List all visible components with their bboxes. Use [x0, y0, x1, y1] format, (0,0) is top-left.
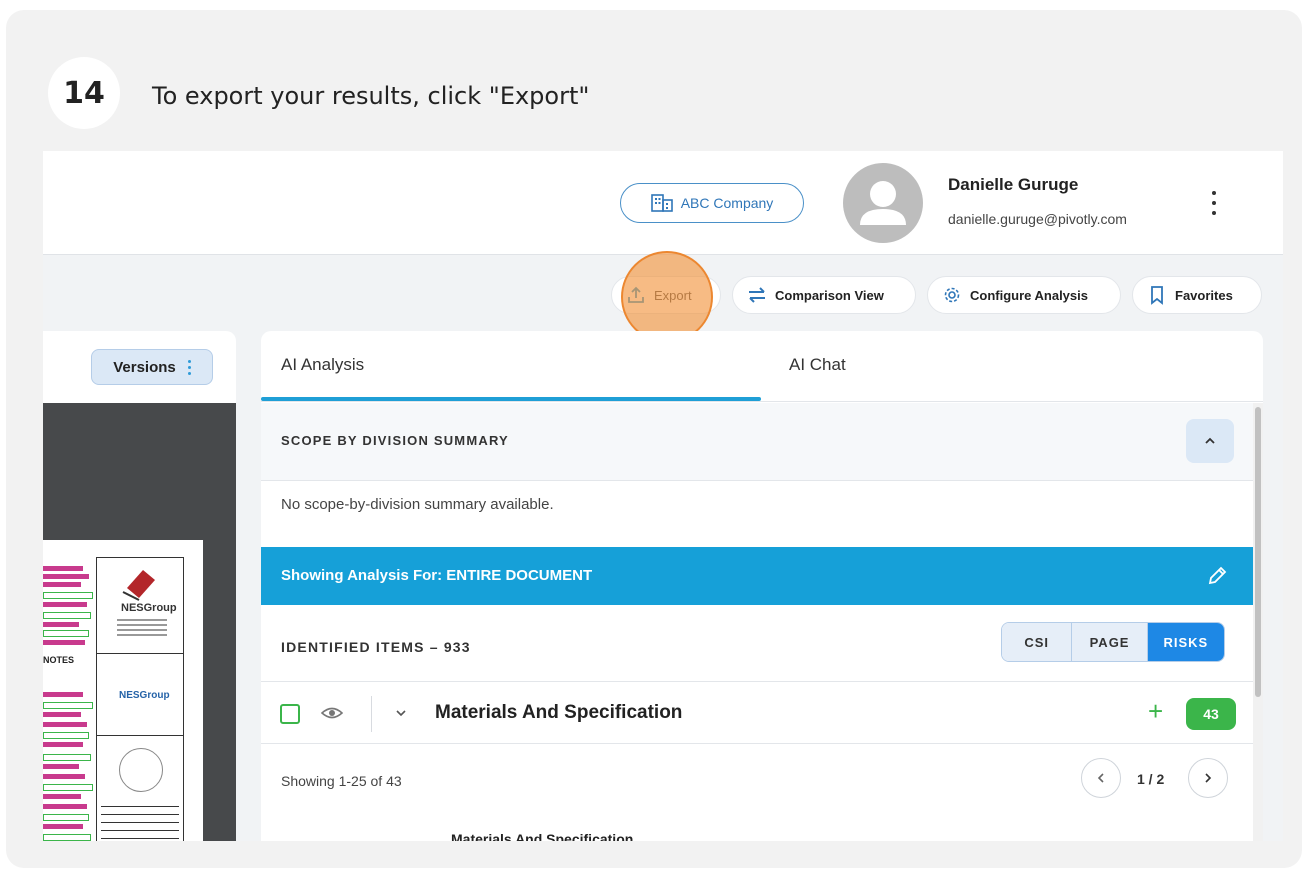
- banner-text: Showing Analysis For: ENTIRE DOCUMENT: [281, 567, 593, 584]
- scroll-thumb[interactable]: [1255, 407, 1261, 697]
- identified-items-label: IDENTIFIED ITEMS – 933: [281, 639, 471, 655]
- building-icon: [650, 194, 673, 212]
- tab-ai-analysis[interactable]: AI Analysis: [281, 355, 364, 375]
- group-checkbox[interactable]: [280, 704, 300, 724]
- scope-section-header: SCOPE BY DIVISION SUMMARY: [261, 403, 1253, 481]
- gear-icon: [944, 287, 960, 303]
- configure-analysis-button[interactable]: Configure Analysis: [927, 276, 1121, 314]
- document-panel-header: Versions: [43, 331, 236, 403]
- document-logo-text: NESGroup: [121, 602, 177, 614]
- group-row: Materials And Specification + 43: [261, 682, 1253, 744]
- user-email: danielle.guruge@pivotly.com: [948, 211, 1127, 227]
- scrollbar[interactable]: [1253, 403, 1263, 841]
- configure-label: Configure Analysis: [970, 287, 1088, 303]
- avatar[interactable]: [843, 163, 923, 243]
- document-annotations: [43, 562, 95, 841]
- chevron-down-icon[interactable]: [394, 706, 408, 720]
- comparison-view-button[interactable]: Comparison View: [732, 276, 916, 314]
- company-selector-button[interactable]: ABC Company: [620, 183, 804, 223]
- document-notes-label: NOTES: [43, 655, 75, 665]
- analysis-tabs: AI Analysis AI Chat: [261, 331, 1263, 402]
- segment-csi[interactable]: CSI: [1002, 623, 1073, 661]
- segment-page[interactable]: PAGE: [1072, 623, 1148, 661]
- export-button[interactable]: Export: [611, 276, 721, 314]
- previous-page-button[interactable]: [1081, 758, 1121, 798]
- next-page-button[interactable]: [1188, 758, 1228, 798]
- document-title-block: NESGroup NESGroup: [96, 557, 184, 841]
- add-item-button[interactable]: +: [1148, 698, 1163, 724]
- eye-icon[interactable]: [321, 704, 343, 722]
- chevron-right-icon: [1205, 773, 1212, 783]
- user-icon: [860, 181, 906, 225]
- view-segmented-control: CSI PAGE RISKS: [1001, 622, 1225, 662]
- nes-logo-icon: [122, 570, 155, 601]
- chevron-left-icon: [1097, 773, 1104, 783]
- document-nes-block: NESGroup: [97, 684, 183, 736]
- segment-risks[interactable]: RISKS: [1147, 623, 1224, 661]
- analysis-scope-banner: Showing Analysis For: ENTIRE DOCUMENT: [261, 547, 1253, 605]
- versions-label: Versions: [113, 358, 176, 376]
- document-revision-table: [101, 806, 179, 840]
- versions-menu-icon: [187, 359, 191, 375]
- divider: [371, 696, 372, 732]
- top-header: ABC Company Danielle Guruge danielle.gur…: [43, 151, 1283, 255]
- tab-ai-chat[interactable]: AI Chat: [789, 355, 846, 375]
- user-name: Danielle Guruge: [948, 175, 1079, 194]
- document-logo: NESGroup: [97, 558, 183, 654]
- more-options-icon[interactable]: [1209, 191, 1219, 215]
- favorites-button[interactable]: Favorites: [1132, 276, 1262, 314]
- active-tab-indicator: [261, 397, 761, 401]
- app-screenshot: ABC Company Danielle Guruge danielle.gur…: [43, 151, 1283, 841]
- group-title: Materials And Specification: [435, 702, 683, 723]
- company-label: ABC Company: [680, 195, 774, 211]
- swap-arrows-icon: [749, 287, 765, 303]
- document-address-lines: [117, 616, 167, 642]
- versions-button[interactable]: Versions: [91, 349, 213, 385]
- item-count-badge: 43: [1186, 698, 1236, 730]
- document-page: NOTES NESGroup NESGroup: [43, 540, 203, 841]
- upload-icon: [628, 286, 644, 303]
- page-indicator: 1 / 2: [1137, 771, 1165, 787]
- document-nes-label: NESGroup: [119, 690, 170, 701]
- favorites-label: Favorites: [1175, 287, 1233, 303]
- collapse-button[interactable]: [1186, 419, 1234, 463]
- scope-title: SCOPE BY DIVISION SUMMARY: [281, 433, 509, 448]
- chevron-up-icon: [1205, 437, 1215, 444]
- pagination-summary: Showing 1-25 of 43: [281, 773, 402, 789]
- scope-empty-message: No scope-by-division summary available.: [281, 496, 554, 513]
- table-header-peek: Materials And Specification: [451, 831, 634, 841]
- comparison-label: Comparison View: [775, 287, 884, 303]
- analysis-panel: AI Analysis AI Chat SCOPE BY DIVISION SU…: [261, 331, 1263, 841]
- export-label: Export: [654, 287, 692, 303]
- document-viewer[interactable]: NOTES NESGroup NESGroup: [43, 403, 236, 841]
- step-number: 14: [48, 57, 120, 129]
- pencil-icon[interactable]: [1205, 564, 1229, 588]
- step-instruction: To export your results, click "Export": [152, 82, 590, 110]
- document-seal-icon: [119, 748, 163, 792]
- bookmark-icon: [1151, 286, 1163, 305]
